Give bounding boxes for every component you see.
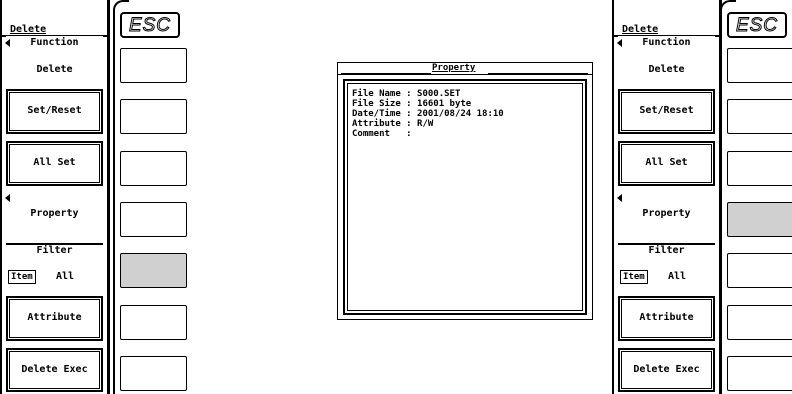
attribute-button[interactable]: Attribute — [618, 296, 715, 341]
filter-button[interactable]: Filter Item All — [6, 243, 103, 289]
all-set-button[interactable]: All Set — [6, 141, 103, 186]
esc-label: ESC — [128, 15, 172, 37]
right-key-panel: ESC — [720, 0, 792, 394]
soft-key-6[interactable] — [727, 305, 792, 340]
soft-key-2[interactable] — [727, 99, 792, 134]
delete-exec-label: Delete Exec — [633, 364, 700, 375]
property-list: File Name : S000.SET File Size : 16601 b… — [352, 89, 504, 139]
soft-key-5[interactable] — [120, 253, 187, 288]
dialog-title-bar: Property — [338, 63, 592, 75]
function-value: Delete — [648, 64, 685, 75]
property-label: Property — [30, 208, 79, 219]
delete-exec-label: Delete Exec — [21, 364, 88, 375]
divider — [488, 73, 588, 74]
menu-title: Delete — [10, 24, 47, 35]
file-name-row: File Name : S000.SET — [352, 89, 461, 99]
menu-border — [0, 0, 2, 394]
property-label: Property — [642, 208, 691, 219]
date-time-row: Date/Time : 2001/08/24 18:10 — [352, 109, 504, 119]
set-reset-label: Set/Reset — [27, 105, 82, 116]
soft-key-1[interactable] — [120, 48, 187, 83]
soft-key-3[interactable] — [120, 151, 187, 186]
panel-edge — [113, 10, 115, 394]
set-reset-button[interactable]: Set/Reset — [6, 89, 103, 134]
esc-label: ESC — [735, 15, 779, 37]
soft-key-7[interactable] — [120, 356, 187, 391]
menu-border — [612, 0, 614, 394]
left-key-panel: ESC — [113, 0, 191, 394]
filter-value: All — [668, 271, 687, 282]
attribute-button[interactable]: Attribute — [6, 296, 103, 341]
soft-key-3[interactable] — [727, 151, 792, 186]
filter-value: All — [56, 271, 75, 282]
soft-key-5[interactable] — [727, 253, 792, 288]
attribute-label: Attribute — [27, 312, 82, 323]
left-soft-menu: Delete Function Delete Set/Reset All Set… — [0, 0, 110, 394]
soft-key-7[interactable] — [727, 356, 792, 391]
set-reset-label: Set/Reset — [639, 105, 694, 116]
soft-key-6[interactable] — [120, 305, 187, 340]
all-set-label: All Set — [645, 157, 688, 168]
panel-edge — [113, 0, 129, 10]
panel-edge — [720, 0, 736, 10]
file-size-row: File Size : 16601 byte — [352, 99, 472, 109]
delete-exec-button[interactable]: Delete Exec — [6, 348, 103, 392]
dialog-body: File Name : S000.SET File Size : 16601 b… — [343, 79, 587, 315]
panel-edge — [720, 10, 722, 394]
soft-key-2[interactable] — [120, 99, 187, 134]
function-button[interactable]: Function Delete — [617, 36, 715, 82]
property-button[interactable]: Property — [5, 192, 103, 237]
comment-row: Comment : — [352, 129, 412, 139]
filter-item-box: Item — [8, 270, 36, 284]
all-set-button[interactable]: All Set — [618, 141, 715, 186]
menu-border — [107, 0, 110, 394]
soft-key-4[interactable] — [727, 202, 792, 237]
divider — [341, 73, 431, 74]
esc-key[interactable]: ESC — [120, 12, 180, 38]
filter-button[interactable]: Filter Item All — [618, 243, 715, 289]
function-label: Function — [30, 37, 79, 48]
filter-label: Filter — [36, 245, 73, 256]
function-value: Delete — [36, 64, 73, 75]
arrow-left-icon — [617, 194, 622, 202]
set-reset-button[interactable]: Set/Reset — [618, 89, 715, 134]
attribute-label: Attribute — [639, 312, 694, 323]
all-set-label: All Set — [33, 157, 76, 168]
property-button[interactable]: Property — [617, 192, 715, 237]
filter-item-box: Item — [620, 270, 648, 284]
soft-key-1[interactable] — [727, 48, 792, 83]
dialog-title: Property — [432, 63, 476, 73]
arrow-left-icon — [5, 194, 10, 202]
soft-key-4[interactable] — [120, 202, 187, 237]
attribute-row: Attribute : R/W — [352, 119, 434, 129]
filter-label: Filter — [648, 245, 685, 256]
function-button[interactable]: Function Delete — [5, 36, 103, 82]
right-soft-menu: Delete Function Delete Set/Reset All Set… — [612, 0, 722, 394]
property-dialog: Property File Name : S000.SET File Size … — [337, 62, 593, 320]
function-label: Function — [642, 37, 691, 48]
menu-title: Delete — [622, 24, 659, 35]
delete-exec-button[interactable]: Delete Exec — [618, 348, 715, 392]
esc-key[interactable]: ESC — [727, 12, 787, 38]
